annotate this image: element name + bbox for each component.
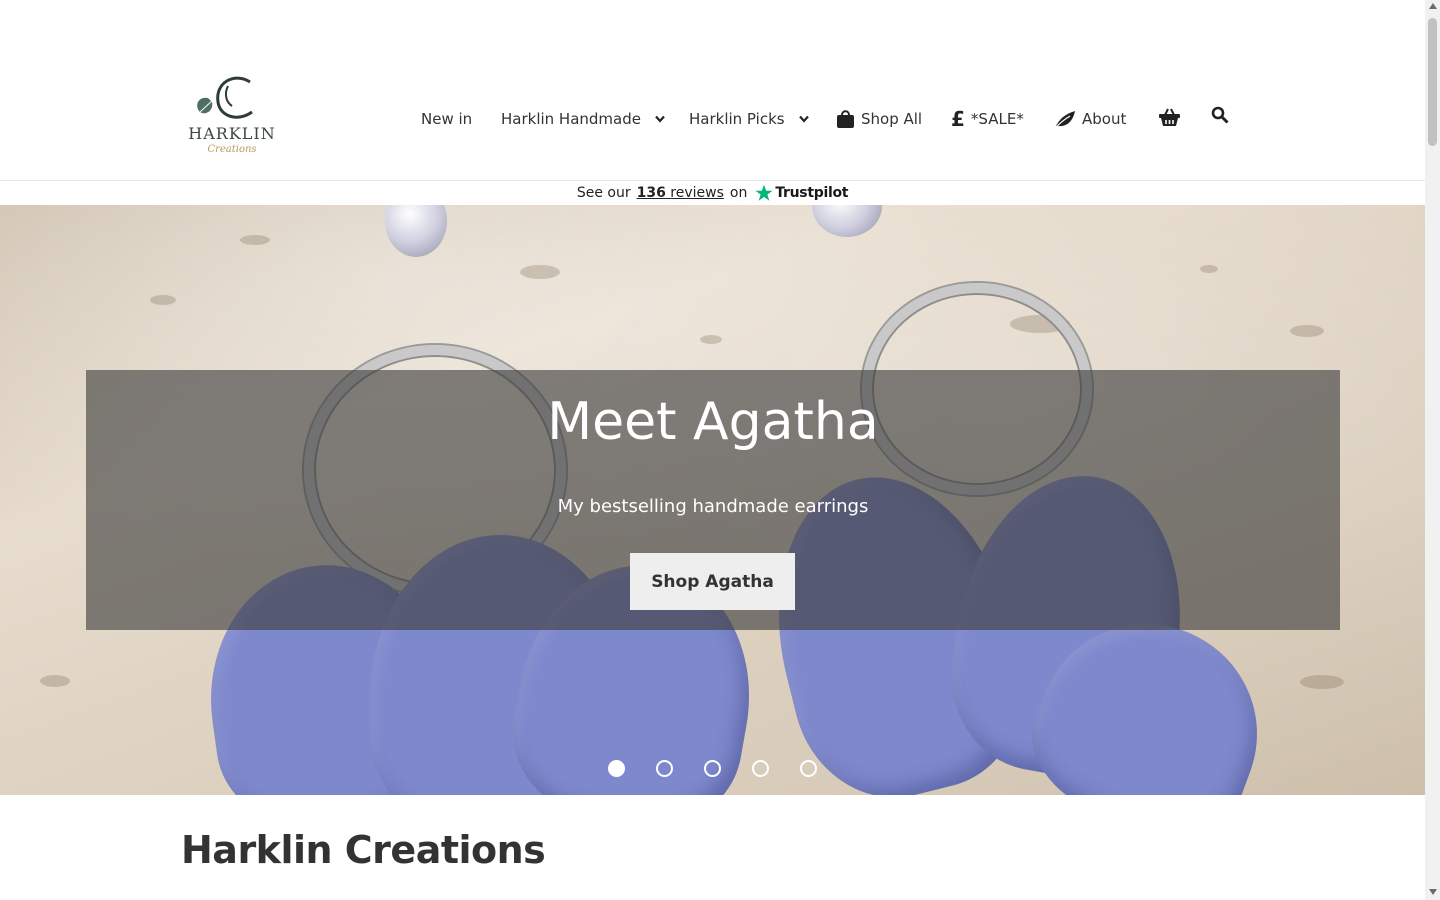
trustpilot-count: 136: [636, 185, 666, 201]
page-heading: Harklin Creations: [181, 828, 546, 872]
site-header: HARKLIN Creations New in Harklin Handmad…: [0, 0, 1425, 181]
trustpilot-reviews-link[interactable]: 136 reviews: [637, 185, 724, 201]
hero-subtitle: My bestselling handmade earrings: [557, 496, 869, 517]
nav-sale[interactable]: £ *SALE*: [951, 107, 1024, 131]
nav-basket[interactable]: [1158, 108, 1181, 130]
trustpilot-brand: Trustpilot: [775, 185, 849, 201]
trustpilot-on: on: [729, 185, 748, 201]
trustpilot-reviews-label: reviews: [670, 185, 724, 201]
page-scrollbar[interactable]: [1425, 0, 1440, 900]
slider-dot-4[interactable]: [752, 760, 769, 777]
hero-caption-box: Meet Agatha My bestselling handmade earr…: [86, 370, 1340, 630]
scroll-down-arrow-icon[interactable]: [1429, 889, 1437, 895]
trustpilot-banner: See our 136 reviews on Trustpilot: [0, 181, 1425, 205]
leaf-icon: [1053, 109, 1076, 129]
nav-new-in-label: New in: [421, 110, 473, 128]
pound-icon: £: [951, 107, 965, 131]
trustpilot-logo[interactable]: Trustpilot: [755, 184, 848, 202]
slider-dot-3[interactable]: [704, 760, 721, 777]
slider-dot-1[interactable]: [608, 760, 625, 777]
nav-harklin-handmade[interactable]: Harklin Handmade: [501, 108, 665, 130]
main-nav: New in Harklin Handmade Harklin Picks Sh…: [0, 0, 1425, 181]
slider-dot-2[interactable]: [656, 760, 673, 777]
shop-agatha-button[interactable]: Shop Agatha: [630, 553, 795, 610]
star-icon: [755, 184, 773, 201]
basket-icon: [1158, 107, 1181, 131]
nav-harklin-picks[interactable]: Harklin Picks: [689, 108, 809, 130]
nav-picks-label: Harklin Picks: [689, 110, 785, 128]
nav-about[interactable]: About: [1053, 108, 1126, 130]
nav-handmade-label: Harklin Handmade: [501, 110, 641, 128]
trustpilot-prefix: See our: [576, 185, 631, 201]
nav-shop-all-label: Shop All: [861, 110, 923, 128]
nav-shop-all[interactable]: Shop All: [836, 108, 922, 130]
nav-new-in[interactable]: New in: [421, 108, 472, 130]
scrollbar-thumb[interactable]: [1428, 18, 1437, 146]
hero-title: Meet Agatha: [547, 392, 879, 452]
scroll-up-arrow-icon[interactable]: [1429, 3, 1437, 9]
nav-sale-label: *SALE*: [970, 110, 1024, 128]
nav-search[interactable]: [1211, 106, 1229, 128]
caret-down-icon: [798, 115, 809, 123]
search-icon: [1211, 106, 1229, 128]
hero-slider: Meet Agatha My bestselling handmade earr…: [0, 205, 1425, 795]
slider-dot-5[interactable]: [800, 760, 817, 777]
caret-down-icon: [655, 115, 665, 123]
shopping-bag-icon: [836, 109, 855, 129]
nav-about-label: About: [1082, 110, 1127, 128]
slider-pagination: [0, 760, 1425, 778]
